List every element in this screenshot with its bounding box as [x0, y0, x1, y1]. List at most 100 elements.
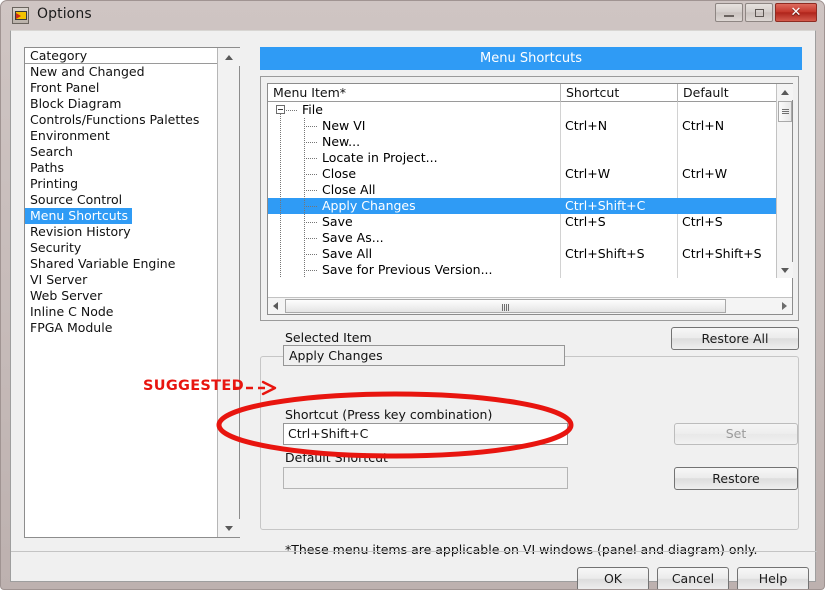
sidebar-item-vi-server[interactable]: VI Server — [25, 272, 218, 288]
tree-row-default-cell: Ctrl+N — [682, 118, 725, 133]
tree-row-shortcut-cell — [560, 230, 677, 246]
close-button[interactable]: ✕ — [775, 3, 817, 22]
column-header-menu-item[interactable]: Menu Item* — [268, 84, 560, 102]
sidebar-item-block-diagram[interactable]: Block Diagram — [25, 96, 218, 112]
tree-row-shortcut-cell: Ctrl+S — [565, 214, 606, 229]
content-area: Menu Shortcuts Menu Item* Shortcut Defau… — [254, 47, 802, 557]
tree-row[interactable]: Save As... — [268, 230, 777, 246]
sidebar-item-printing[interactable]: Printing — [25, 176, 218, 192]
scroll-down-arrow-icon[interactable] — [218, 519, 240, 537]
tree-branch-line — [304, 118, 305, 278]
tree-vertical-scroll-thumb[interactable] — [778, 101, 792, 122]
tree-scroll-down-arrow-icon[interactable] — [777, 262, 793, 278]
tree-scroll-left-arrow-icon[interactable] — [268, 298, 284, 314]
tree-row-label: Save All — [322, 246, 373, 261]
tree-row-default-cell — [677, 230, 777, 246]
default-shortcut-label: Default Shortcut — [285, 450, 388, 465]
tree-collapse-icon[interactable] — [276, 105, 285, 114]
sidebar-item-web-server[interactable]: Web Server — [25, 288, 218, 304]
tree-row-label-cell: Close All — [268, 182, 560, 198]
tree-row[interactable]: Apply Changes Ctrl+Shift+C — [268, 198, 777, 214]
tree-row-default-cell: Ctrl+W — [682, 166, 728, 181]
tree-connector-line — [304, 142, 317, 143]
set-button[interactable]: Set — [674, 423, 798, 445]
minimize-button[interactable] — [715, 3, 743, 22]
tree-row-label: Save As... — [322, 230, 384, 245]
tree-row-default-cell — [677, 198, 777, 214]
tree-row-label-cell: New... — [268, 134, 560, 150]
sidebar-item-paths[interactable]: Paths — [25, 160, 218, 176]
tree-row-label-cell: File — [268, 102, 560, 118]
tree-connector-line — [304, 238, 317, 239]
maximize-button[interactable] — [745, 3, 773, 22]
tree-row[interactable]: Save Ctrl+S Ctrl+S — [268, 214, 777, 230]
restore-button[interactable]: Restore — [674, 467, 798, 490]
sidebar-item-front-panel[interactable]: Front Panel — [25, 80, 218, 96]
tree-row-shortcut-cell — [560, 262, 677, 278]
tree-scroll-right-arrow-icon[interactable] — [776, 298, 792, 314]
tree-row-default-cell — [677, 150, 777, 166]
tree-row-default-cell — [677, 134, 777, 150]
tree-row-label-cell: Save All — [268, 246, 560, 262]
ok-button[interactable]: OK — [577, 567, 649, 589]
column-header-shortcut[interactable]: Shortcut — [560, 84, 677, 102]
bottom-divider — [11, 551, 817, 552]
tree-row[interactable]: File — [268, 102, 777, 118]
tree-connector-line — [304, 190, 317, 191]
shortcut-label: Shortcut (Press key combination) — [285, 407, 493, 422]
sidebar-item-fpga-module[interactable]: FPGA Module — [25, 320, 218, 336]
tree-row-container: File New VI Ctrl+N Ctrl+N New... Locate in Pr… — [268, 102, 777, 278]
category-list[interactable]: Category New and Changed Front Panel Block… — [25, 48, 218, 537]
category-scrollbar[interactable] — [217, 48, 240, 537]
sidebar-item-shared-variable-engine[interactable]: Shared Variable Engine — [25, 256, 218, 272]
column-header-default[interactable]: Default — [677, 84, 777, 102]
tree-row-shortcut-cell: Ctrl+Shift+C — [565, 198, 646, 213]
tree-row-shortcut-cell — [560, 182, 677, 198]
sidebar-item-search[interactable]: Search — [25, 144, 218, 160]
tree-row[interactable]: Save for Previous Version... — [268, 262, 777, 278]
tree-row[interactable]: New VI Ctrl+N Ctrl+N — [268, 118, 777, 134]
sidebar-item-revision-history[interactable]: Revision History — [25, 224, 218, 240]
tree-scroll-up-arrow-icon[interactable] — [777, 84, 793, 100]
cancel-button[interactable]: Cancel — [657, 567, 729, 589]
tree-header-row: Menu Item* Shortcut Default — [268, 84, 792, 102]
footnote-text: *These menu items are applicable on VI w… — [285, 542, 758, 557]
tree-connector-line — [304, 158, 317, 159]
tree-connector-line — [304, 206, 317, 207]
options-dialog-window: Options ✕ Category New and Changed Front … — [0, 0, 825, 590]
sidebar-item-new-and-changed[interactable]: New and Changed — [25, 64, 218, 80]
tree-row[interactable]: Close Ctrl+W Ctrl+W — [268, 166, 777, 182]
scroll-up-arrow-icon[interactable] — [218, 48, 240, 66]
tree-row-label-cell: Save — [268, 214, 560, 230]
sidebar-item-inline-c-node[interactable]: Inline C Node — [25, 304, 218, 320]
tree-row-label: File — [302, 102, 323, 117]
restore-all-button[interactable]: Restore All — [671, 327, 799, 350]
tree-row-default-cell — [677, 102, 777, 118]
default-shortcut-field — [283, 467, 568, 489]
title-bar: Options ✕ — [1, 1, 824, 30]
tree-row-default-cell — [677, 262, 777, 278]
help-button[interactable]: Help — [737, 567, 809, 589]
tree-connector-line — [304, 174, 317, 175]
menu-shortcuts-tree[interactable]: Menu Item* Shortcut Default File New VI Ct… — [267, 83, 793, 315]
tree-connector-line — [304, 222, 317, 223]
tree-row[interactable]: New... — [268, 134, 777, 150]
tree-horizontal-scroll-thumb[interactable] — [285, 299, 726, 313]
sidebar-item-controls-functions-palettes[interactable]: Controls/Functions Palettes — [25, 112, 218, 128]
sidebar-item-environment[interactable]: Environment — [25, 128, 218, 144]
tree-row-label: Close All — [322, 182, 376, 197]
sidebar-item-menu-shortcuts[interactable]: Menu Shortcuts — [25, 208, 133, 224]
tree-row[interactable]: Close All — [268, 182, 777, 198]
tree-vertical-scrollbar[interactable] — [776, 84, 793, 278]
tree-row[interactable]: Locate in Project... — [268, 150, 777, 166]
tree-horizontal-scrollbar[interactable] — [268, 297, 792, 314]
shortcut-input[interactable]: Ctrl+Shift+C — [283, 423, 568, 445]
tree-row-shortcut-cell: Ctrl+W — [565, 166, 611, 181]
sidebar-item-security[interactable]: Security — [25, 240, 218, 256]
sidebar-item-source-control[interactable]: Source Control — [25, 192, 218, 208]
page-title: Menu Shortcuts — [260, 47, 802, 70]
tree-row-label-cell: New VI — [268, 118, 560, 134]
tree-row[interactable]: Save All Ctrl+Shift+S Ctrl+Shift+S — [268, 246, 777, 262]
tree-trunk-line — [280, 114, 281, 278]
tree-row-label-cell: Save for Previous Version... — [268, 262, 560, 278]
